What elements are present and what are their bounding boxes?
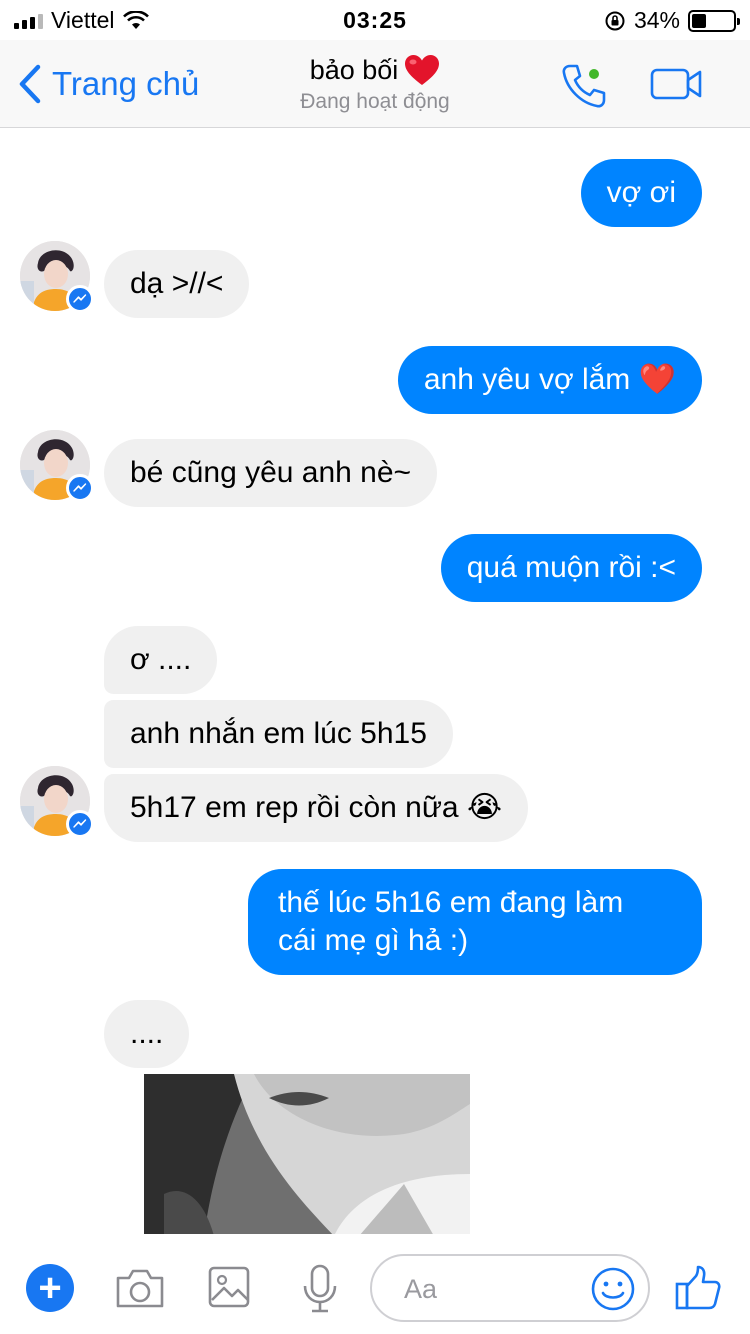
camera-icon[interactable]	[114, 1266, 166, 1315]
photo-image	[144, 1074, 470, 1234]
message-input[interactable]	[404, 1270, 584, 1308]
message-bubble-incoming[interactable]: ơ ....	[104, 626, 218, 694]
conversation-title-group[interactable]: bảo bối Đang hoạt động	[0, 54, 750, 114]
emoji-icon[interactable]	[590, 1266, 636, 1317]
message-bubble-outgoing[interactable]: vợ ơi	[580, 159, 702, 227]
messenger-badge-icon	[66, 285, 94, 313]
message-bubble-outgoing[interactable]: quá muộn rồi :<	[440, 534, 702, 602]
image-attachment[interactable]	[104, 1074, 514, 1234]
orientation-lock-icon	[605, 11, 625, 30]
presence-status: Đang hoạt động	[300, 90, 450, 113]
message-bubble-incoming[interactable]: ....	[104, 1000, 190, 1068]
video-camera-icon	[650, 68, 702, 100]
message-list[interactable]: vợ ơi dạ >//< anh yêu vợ lắm ❤️ bé cũng …	[0, 128, 750, 1234]
message-bubble-outgoing[interactable]: thế lúc 5h16 em đang làm cái mẹ gì hả :)	[248, 869, 702, 975]
microphone-icon[interactable]	[302, 1264, 338, 1319]
like-icon[interactable]	[674, 1264, 722, 1317]
message-bubble-incoming[interactable]: anh nhắn em lúc 5h15	[104, 700, 453, 768]
contact-name: bảo bối	[309, 54, 399, 85]
chat-header: Trang chủ bảo bối Đang hoạt động	[0, 40, 750, 128]
messenger-badge-icon	[66, 810, 94, 838]
messenger-badge-icon	[66, 474, 94, 502]
message-line: thế lúc 5h16 em đang làm	[278, 886, 624, 919]
message-input-container[interactable]	[370, 1254, 650, 1322]
message-bubble-incoming[interactable]: 5h17 em rep rồi còn nữa 😭	[104, 774, 528, 842]
message-bubble-incoming[interactable]: bé cũng yêu anh nè~	[104, 439, 438, 507]
status-bar: Viettel 03:25 34%	[0, 0, 750, 40]
composer-bar: +	[0, 1234, 750, 1334]
battery-icon	[688, 9, 740, 32]
battery-percent: 34%	[633, 7, 680, 33]
message-bubble-outgoing[interactable]: anh yêu vợ lắm ❤️	[397, 346, 702, 414]
plus-icon[interactable]: +	[26, 1264, 74, 1312]
battery-fill	[692, 13, 706, 28]
video-call-button[interactable]	[650, 68, 702, 105]
voice-call-button[interactable]	[560, 62, 608, 115]
message-line: cái mẹ gì hả :)	[278, 924, 469, 957]
phone-icon	[562, 64, 606, 108]
heart-icon	[405, 55, 440, 85]
photo-icon[interactable]	[208, 1266, 250, 1313]
message-bubble-incoming[interactable]: dạ >//<	[104, 250, 250, 318]
battery-group: 34%	[604, 7, 740, 34]
